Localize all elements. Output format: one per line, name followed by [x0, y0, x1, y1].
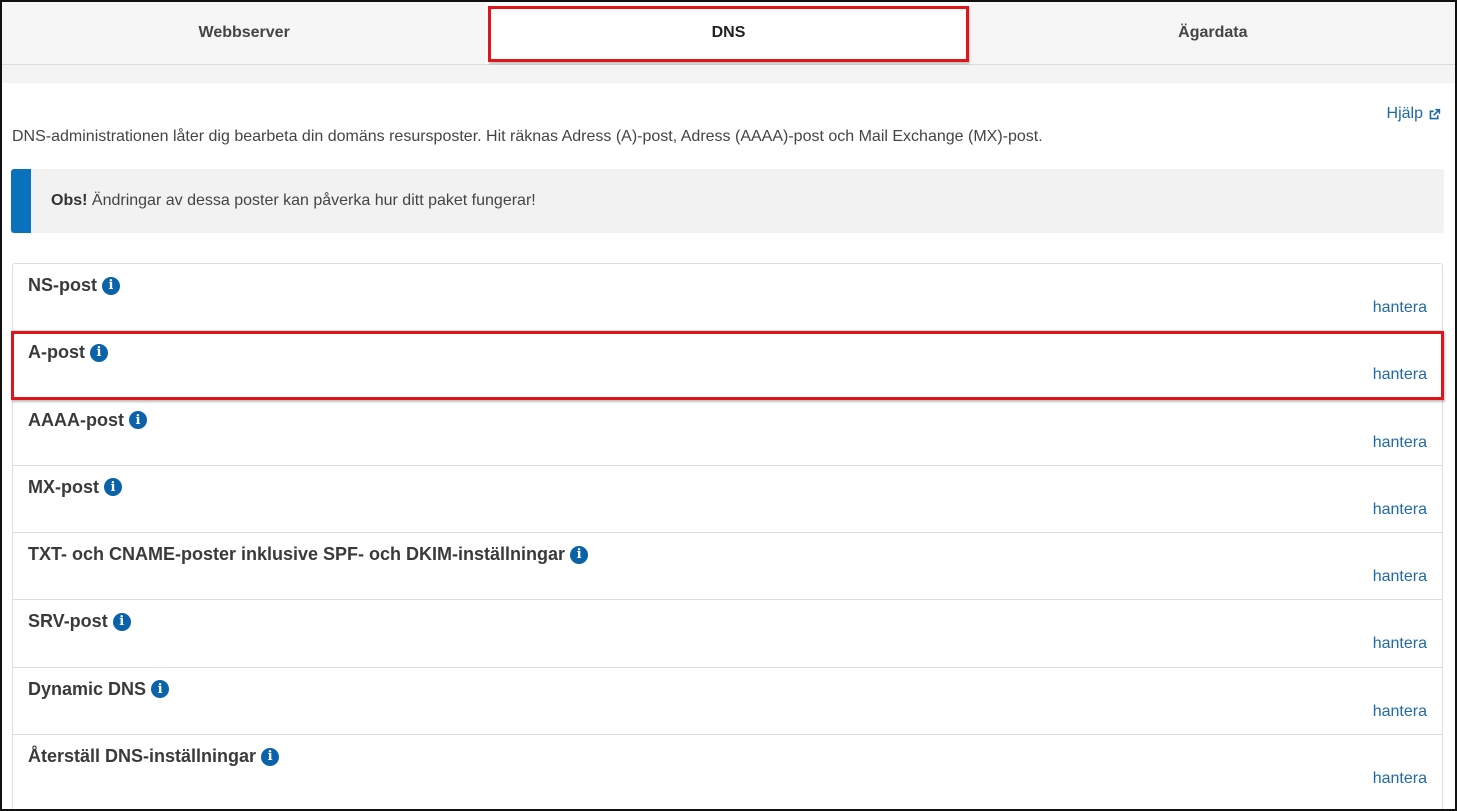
manage-link[interactable]: hantera — [1373, 299, 1427, 317]
manage-link[interactable]: hantera — [1373, 635, 1427, 653]
tab-label: Webbserver — [198, 24, 290, 41]
notice-accent-bar — [11, 169, 31, 233]
record-title-text: A-post — [28, 342, 85, 363]
record-srv: SRV-post i hantera — [13, 600, 1442, 668]
record-title: MX-post i — [28, 477, 122, 498]
intro-text: DNS-administrationen låter dig bearbeta … — [12, 128, 1043, 145]
info-icon[interactable]: i — [104, 478, 122, 497]
record-title: Återställ DNS-inställningar i — [28, 746, 280, 767]
tab-bar: Webbserver DNS Ägardata — [2, 2, 1455, 65]
tab-strip — [2, 65, 1455, 83]
record-a: A-post i hantera — [13, 331, 1442, 399]
info-icon[interactable]: i — [112, 612, 131, 631]
notice-label: Obs! — [51, 192, 88, 209]
record-title: NS-post i — [28, 275, 120, 296]
record-title: A-post i — [28, 342, 108, 363]
tab-dns[interactable]: DNS — [486, 2, 971, 64]
record-title-text: AAAA-post — [28, 409, 124, 430]
info-icon[interactable]: i — [90, 343, 108, 362]
record-title: Dynamic DNS i — [28, 678, 170, 700]
info-icon[interactable]: i — [570, 545, 589, 564]
notice-box: Obs! Ändringar av dessa poster kan påver… — [11, 169, 1444, 233]
record-title-text: Återställ DNS-inställningar — [28, 746, 257, 767]
record-reset-dns: Återställ DNS-inställningar i hantera — [13, 735, 1442, 802]
manage-link[interactable]: hantera — [1373, 434, 1427, 452]
record-title-text: Dynamic DNS — [28, 678, 147, 699]
record-title: AAAA-post i — [28, 410, 147, 431]
info-icon[interactable]: i — [102, 276, 120, 295]
dns-record-list: NS-post i hantera A-post i hantera AAAA-… — [12, 263, 1443, 809]
tab-agardata[interactable]: Ägardata — [971, 2, 1455, 64]
record-title: SRV-post i — [28, 611, 131, 632]
notice-message: Ändringar av dessa poster kan påverka hu… — [87, 192, 536, 209]
record-aaaa: AAAA-post i hantera — [13, 399, 1442, 466]
record-title-text: TXT- och CNAME-poster inklusive SPF- och… — [28, 544, 566, 565]
notice-text: Obs! Ändringar av dessa poster kan påver… — [31, 192, 536, 210]
help-link[interactable]: Hjälp — [1387, 105, 1441, 123]
manage-link[interactable]: hantera — [1373, 501, 1427, 519]
page-frame: Webbserver DNS Ägardata Hjälp DNS-admini… — [0, 0, 1457, 811]
manage-link[interactable]: hantera — [1373, 366, 1427, 384]
record-title-text: MX-post — [28, 476, 99, 497]
record-dynamic-dns: Dynamic DNS i hantera — [13, 668, 1442, 736]
manage-link[interactable]: hantera — [1373, 568, 1427, 586]
external-link-icon — [1429, 108, 1441, 119]
record-ns: NS-post i hantera — [13, 264, 1442, 332]
tab-label: DNS — [711, 24, 746, 41]
help-label: Hjälp — [1386, 105, 1423, 122]
tab-webbserver[interactable]: Webbserver — [2, 2, 486, 64]
record-txt-cname: TXT- och CNAME-poster inklusive SPF- och… — [13, 533, 1442, 601]
info-icon[interactable]: i — [151, 680, 170, 699]
record-title-text: NS-post — [28, 275, 97, 295]
info-icon[interactable]: i — [261, 747, 280, 766]
manage-link[interactable]: hantera — [1373, 770, 1427, 788]
record-title-text: SRV-post — [28, 611, 108, 632]
record-mx: MX-post i hantera — [13, 466, 1442, 534]
manage-link[interactable]: hantera — [1373, 703, 1427, 721]
record-title: TXT- och CNAME-poster inklusive SPF- och… — [28, 544, 589, 565]
info-icon[interactable]: i — [129, 411, 147, 430]
tab-label: Ägardata — [1178, 24, 1248, 41]
